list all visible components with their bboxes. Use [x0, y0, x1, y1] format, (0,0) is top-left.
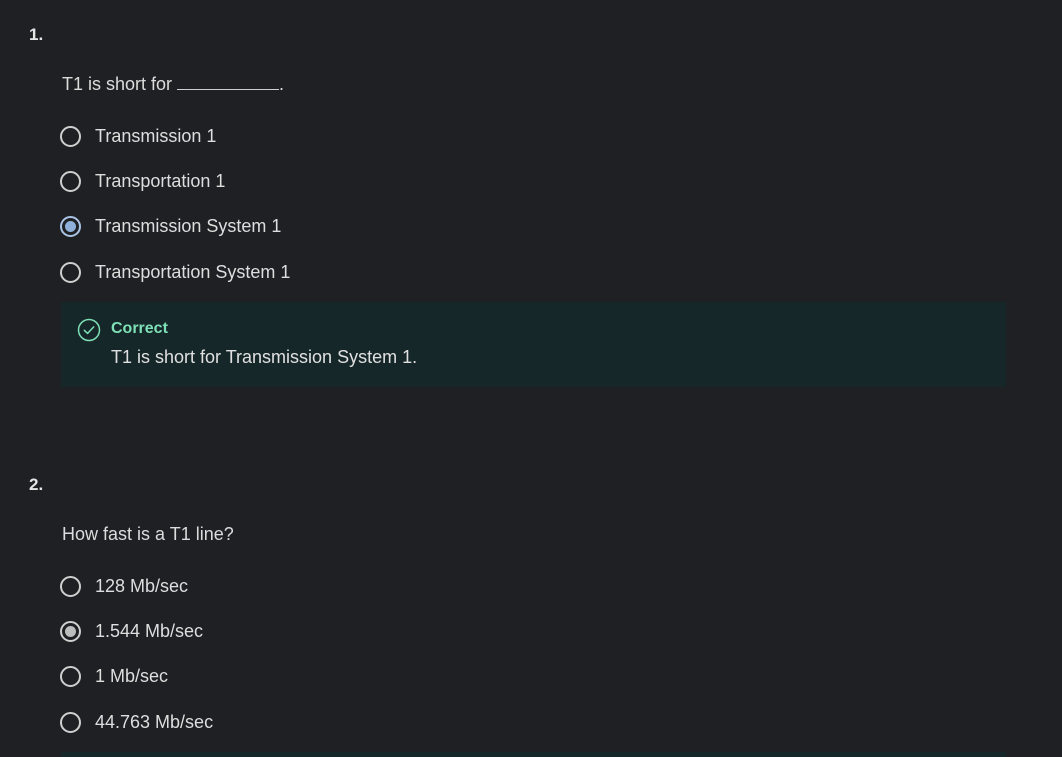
radio-button[interactable]	[60, 170, 81, 192]
option-label: 1 Mb/sec	[95, 665, 169, 686]
fill-in-blank	[177, 75, 280, 90]
question-1-option-3[interactable]: Transmission System 1	[60, 213, 281, 239]
check-circle-icon	[77, 318, 101, 342]
radio-selected-dot	[65, 220, 76, 232]
question-2-option-3[interactable]: 1 Mb/sec	[60, 663, 168, 689]
feedback-status: Correct	[111, 320, 168, 337]
radio-button-selected[interactable]	[60, 620, 81, 642]
question-1-prompt-end: .	[279, 74, 285, 94]
radio-button[interactable]	[60, 575, 81, 597]
question-2-number: 2.	[29, 475, 44, 494]
radio-button-selected[interactable]	[60, 215, 81, 237]
option-label: Transportation 1	[95, 170, 226, 191]
radio-button[interactable]	[60, 125, 81, 147]
feedback-text: T1 is short for Transmission System 1.	[111, 347, 418, 367]
question-1-prompt: T1 is short for .	[62, 74, 284, 95]
quiz-page: 1. T1 is short for . Transmission 1 Tran…	[0, 0, 1062, 757]
question-1-option-1[interactable]: Transmission 1	[60, 123, 216, 149]
radio-button[interactable]	[60, 711, 81, 733]
question-2-option-2[interactable]: 1.544 Mb/sec	[60, 618, 203, 644]
option-label: Transmission System 1	[95, 215, 282, 236]
question-1-number: 1.	[29, 25, 44, 44]
option-label: 44.763 Mb/sec	[95, 711, 214, 732]
option-label: Transportation System 1	[95, 261, 291, 282]
question-2-prompt: How fast is a T1 line?	[62, 524, 234, 544]
option-label: Transmission 1	[95, 125, 217, 146]
option-label: 128 Mb/sec	[95, 575, 189, 596]
question-1-prompt-text: T1 is short for	[62, 74, 173, 94]
feedback-panel: Correct T1 is short for Transmission Sys…	[61, 302, 1006, 387]
question-1-option-2[interactable]: Transportation 1	[60, 168, 225, 194]
question-2-option-4[interactable]: 44.763 Mb/sec	[60, 709, 213, 735]
question-2-option-1[interactable]: 128 Mb/sec	[60, 573, 188, 599]
option-label: 1.544 Mb/sec	[95, 620, 204, 641]
radio-button[interactable]	[60, 261, 81, 283]
radio-selected-dot	[65, 625, 76, 637]
feedback-panel-partial	[61, 752, 1006, 757]
question-1-option-4[interactable]: Transportation System 1	[60, 259, 290, 285]
radio-button[interactable]	[60, 665, 81, 687]
